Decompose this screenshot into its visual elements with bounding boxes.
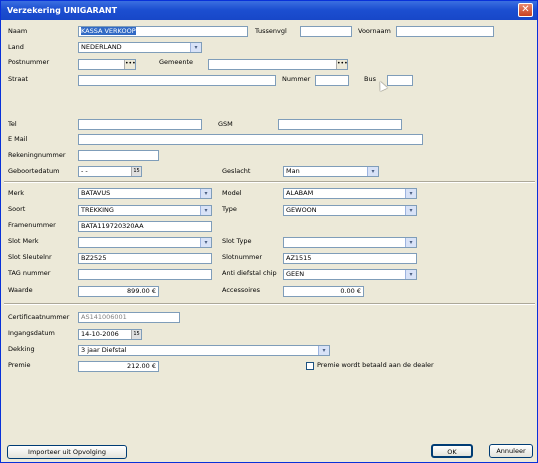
dekking-label: Dekking <box>8 345 35 353</box>
importeer-button[interactable]: Importeer uit Opvolging <box>7 445 127 459</box>
calendar-icon[interactable]: 15 <box>131 330 141 339</box>
merk-select[interactable]: BATAVUS ▾ <box>78 188 212 199</box>
tag-label: TAG nummer <box>8 269 51 277</box>
dekking-select[interactable]: 3 jaar Diefstal ▾ <box>78 345 330 356</box>
accessoires-input[interactable]: 0.00 € <box>283 286 364 297</box>
waarde-input[interactable]: 899.00 € <box>78 286 159 297</box>
section-divider <box>4 181 535 183</box>
slotmerk-select[interactable]: ▾ <box>78 237 212 248</box>
premie-label: Premie <box>8 361 31 369</box>
naam-input[interactable]: KASSA VERKOOP <box>78 26 248 37</box>
email-label: E Mail <box>8 135 28 143</box>
ingangsdatum-input[interactable]: 14-10-2006 15 <box>78 329 142 340</box>
tel-label: Tel <box>8 120 17 128</box>
land-label: Land <box>8 43 24 51</box>
mouse-cursor-icon <box>376 79 388 92</box>
lookup-icon[interactable]: ••• <box>124 60 135 69</box>
annuleer-button[interactable]: Annuleer <box>489 444 533 458</box>
soort-label: Soort <box>8 205 26 213</box>
geboortedatum-input[interactable]: - -15 <box>78 166 142 177</box>
bus-input[interactable] <box>387 75 413 86</box>
calendar-icon[interactable]: 15 <box>131 167 141 176</box>
type-select[interactable]: GEWOON ▾ <box>283 205 417 216</box>
gemeente-label: Gemeente <box>159 58 194 66</box>
premie-dealer-label: Premie wordt betaald aan de dealer <box>317 361 434 369</box>
tag-input[interactable] <box>78 269 212 280</box>
chevron-down-icon[interactable]: ▾ <box>405 189 416 198</box>
chevron-down-icon[interactable]: ▾ <box>318 346 329 355</box>
geslacht-label: Geslacht <box>222 167 251 175</box>
section-divider <box>4 303 535 305</box>
dialog-window: Verzekering UNIGARANT ✕ Naam KASSA VERKO… <box>0 0 538 463</box>
naam-label: Naam <box>8 27 28 35</box>
chevron-down-icon[interactable]: ▾ <box>405 270 416 279</box>
antidiefstal-label: Anti diefstal chip <box>222 269 277 277</box>
premie-dealer-checkbox[interactable] <box>306 362 314 370</box>
chevron-down-icon[interactable]: ▾ <box>200 206 211 215</box>
model-select[interactable]: ALABAM ▾ <box>283 188 417 199</box>
tussenvgl-label: Tussenvgl <box>255 27 287 35</box>
email-input[interactable] <box>78 134 423 145</box>
slottype-select[interactable]: ▾ <box>283 237 417 248</box>
ok-button[interactable]: OK <box>431 444 473 458</box>
close-icon[interactable]: ✕ <box>518 3 533 17</box>
slotnummer-label: Slotnummer <box>222 253 263 261</box>
soort-select[interactable]: TREKKING ▾ <box>78 205 212 216</box>
chevron-down-icon[interactable]: ▾ <box>367 167 378 176</box>
framenummer-input[interactable]: BATA119720320AA <box>78 221 212 232</box>
model-label: Model <box>222 189 242 197</box>
slottype-label: Slot Type <box>222 237 252 245</box>
rekeningnummer-input[interactable] <box>78 150 159 161</box>
window-title: Verzekering UNIGARANT <box>7 6 118 15</box>
merk-label: Merk <box>8 189 25 197</box>
voornaam-label: Voornaam <box>358 27 391 35</box>
chevron-down-icon[interactable]: ▾ <box>200 238 211 247</box>
gsm-label: GSM <box>218 120 233 128</box>
chevron-down-icon[interactable]: ▾ <box>200 189 211 198</box>
accessoires-label: Accessoires <box>222 286 260 294</box>
postnummer-label: Postnummer <box>8 58 50 66</box>
nummer-input[interactable] <box>315 75 349 86</box>
waarde-label: Waarde <box>8 286 33 294</box>
type-label: Type <box>222 205 237 213</box>
chevron-down-icon[interactable]: ▾ <box>405 238 416 247</box>
slotsleutel-input[interactable]: BZ2525 <box>78 253 212 264</box>
slotsleutel-label: Slot Sleutelnr <box>8 253 52 261</box>
certificaat-input: AS141006001 <box>78 312 180 323</box>
land-select[interactable]: NEDERLAND ▾ <box>78 42 202 53</box>
certificaat-label: Certificaatnummer <box>8 313 70 321</box>
geboortedatum-label: Geboortedatum <box>8 167 60 175</box>
tel-input[interactable] <box>78 119 202 130</box>
antidiefstal-select[interactable]: GEEN ▾ <box>283 269 417 280</box>
premie-input[interactable]: 212.00 € <box>78 361 159 372</box>
chevron-down-icon[interactable]: ▾ <box>190 43 201 52</box>
geslacht-select[interactable]: Man ▾ <box>283 166 379 177</box>
tussenvgl-input[interactable] <box>300 26 352 37</box>
voornaam-input[interactable] <box>396 26 494 37</box>
gemeente-input[interactable]: ••• <box>208 59 348 70</box>
straat-label: Straat <box>8 75 28 83</box>
straat-input[interactable] <box>78 75 276 86</box>
slotmerk-label: Slot Merk <box>8 237 39 245</box>
bus-label: Bus <box>364 75 376 83</box>
lookup-icon[interactable]: ••• <box>336 60 347 69</box>
rekeningnummer-label: Rekeningnummer <box>8 151 66 159</box>
postnummer-input[interactable]: ••• <box>78 59 136 70</box>
ingangsdatum-label: Ingangsdatum <box>8 329 55 337</box>
gsm-input[interactable] <box>278 119 402 130</box>
nummer-label: Nummer <box>282 75 311 83</box>
slotnummer-input[interactable]: AZ1515 <box>283 253 417 264</box>
chevron-down-icon[interactable]: ▾ <box>405 206 416 215</box>
framenummer-label: Framenummer <box>8 221 56 229</box>
title-bar: Verzekering UNIGARANT ✕ <box>1 1 537 20</box>
